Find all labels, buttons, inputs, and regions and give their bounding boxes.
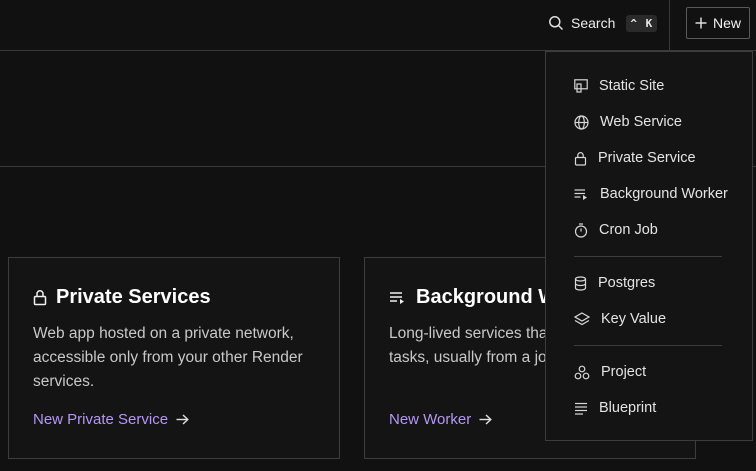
menu-item-label: Project: [601, 364, 647, 380]
menu-item-label: Postgres: [598, 275, 656, 291]
menu-item-label: Background Worker: [600, 186, 728, 202]
menu-item-postgres[interactable]: Postgres: [574, 272, 655, 294]
menu-item-label: Blueprint: [599, 400, 657, 416]
header-divider: [669, 0, 670, 51]
menu-item-web-service[interactable]: Web Service: [574, 111, 682, 133]
menu-item-blueprint[interactable]: Blueprint: [574, 397, 656, 419]
new-private-service-link[interactable]: New Private Service: [33, 411, 189, 428]
card-link-label: New Private Service: [33, 411, 169, 428]
menu-divider: [574, 256, 722, 257]
menu-item-project[interactable]: Project: [574, 361, 646, 383]
menu-item-label: Cron Job: [599, 222, 658, 238]
new-button-label: New: [712, 15, 741, 31]
menu-item-static-site[interactable]: Static Site: [574, 75, 664, 97]
menu-item-private-service[interactable]: Private Service: [574, 147, 696, 169]
layers-icon: [574, 311, 590, 325]
list-arrow-icon: [390, 291, 404, 304]
search-button[interactable]: Search ^ K: [548, 12, 658, 34]
card-title-text: Private Services: [56, 286, 211, 308]
card-link-label: New Worker: [389, 411, 472, 428]
globe-icon: [574, 114, 589, 130]
menu-item-label: Private Service: [598, 150, 696, 166]
database-icon: [574, 275, 587, 291]
new-button[interactable]: New: [686, 7, 750, 39]
menu-item-label: Static Site: [599, 78, 665, 94]
menu-item-label: Key Value: [601, 311, 667, 327]
lock-icon: [33, 290, 47, 306]
menu-item-background-worker[interactable]: Background Worker: [574, 183, 728, 205]
static-site-icon: [574, 79, 588, 93]
arrow-right-icon: [479, 414, 493, 425]
menu-item-label: Web Service: [600, 114, 682, 130]
menu-item-cron-job[interactable]: Cron Job: [574, 219, 658, 241]
project-icon: [574, 365, 590, 379]
menu-item-key-value[interactable]: Key Value: [574, 308, 666, 330]
stopwatch-icon: [574, 222, 588, 238]
plus-icon: [695, 17, 707, 29]
blueprint-icon: [575, 402, 587, 415]
list-arrow-icon: [574, 188, 587, 200]
search-icon: [549, 16, 564, 31]
search-shortcut: ^ K: [626, 14, 658, 32]
top-bar: Search ^ K New: [0, 0, 756, 51]
menu-divider: [574, 345, 722, 346]
new-dropdown-menu: Static Site Web Service Private Service …: [545, 51, 753, 441]
lock-icon: [574, 151, 587, 166]
new-worker-link[interactable]: New Worker: [389, 411, 493, 428]
card-title: Private Services: [33, 286, 211, 309]
search-label: Search: [571, 15, 616, 31]
arrow-right-icon: [176, 414, 189, 425]
card-description: Web app hosted on a private network, acc…: [33, 325, 303, 390]
private-services-card: Private Services Web app hosted on a pri…: [8, 257, 340, 459]
